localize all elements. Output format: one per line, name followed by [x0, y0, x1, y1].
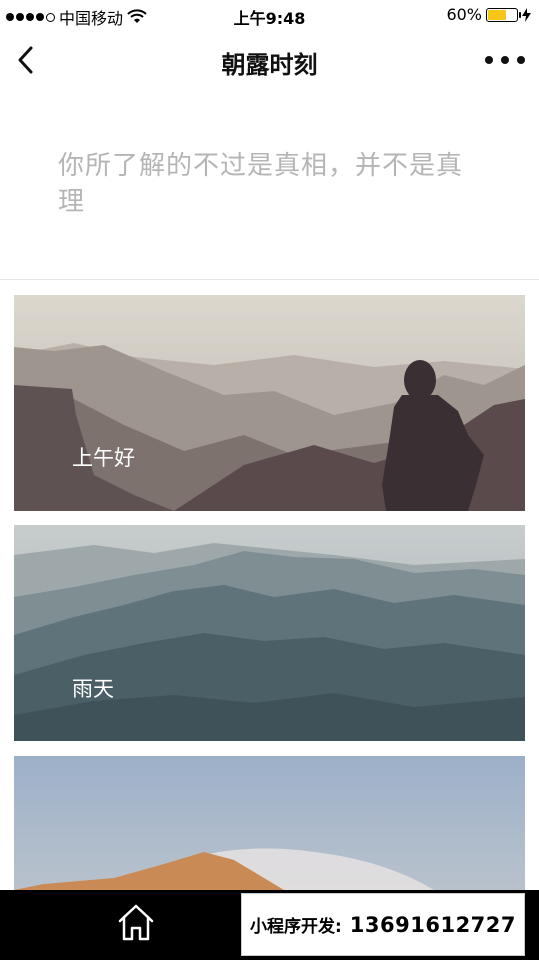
card-label: 雨天 [72, 677, 114, 701]
chevron-left-icon [18, 46, 33, 74]
promo-banner: 小程序开发: 13691612727 [241, 893, 525, 956]
card-image-desert [14, 756, 525, 890]
card-morning[interactable]: 上午好 [14, 295, 525, 511]
card-image-mountains [14, 295, 525, 511]
more-options-button[interactable] [485, 48, 525, 72]
page-title: 朝露时刻 [221, 51, 318, 79]
ellipsis-icon [485, 56, 493, 64]
battery-percent: 60% [446, 5, 482, 24]
home-icon [118, 904, 154, 941]
card-label: 上午好 [72, 446, 135, 470]
card-rainy[interactable]: 雨天 [14, 525, 525, 741]
status-bar: 中国移动 上午9:48 60% [0, 0, 539, 30]
divider [0, 279, 539, 280]
back-button[interactable] [10, 42, 40, 78]
promo-prefix: 小程序开发: [249, 917, 342, 937]
card-desert[interactable] [14, 756, 525, 890]
promo-phone: 13691612727 [349, 912, 517, 937]
quote-text: 你所了解的不过是真相，并不是真理 [58, 151, 464, 217]
status-right: 60% [446, 5, 531, 24]
card-image-misty-mountains [14, 525, 525, 741]
charging-bolt-icon [522, 7, 531, 22]
battery-icon [486, 7, 521, 22]
home-button[interactable] [116, 902, 156, 944]
navigation-bar: 朝露时刻 [0, 30, 539, 92]
